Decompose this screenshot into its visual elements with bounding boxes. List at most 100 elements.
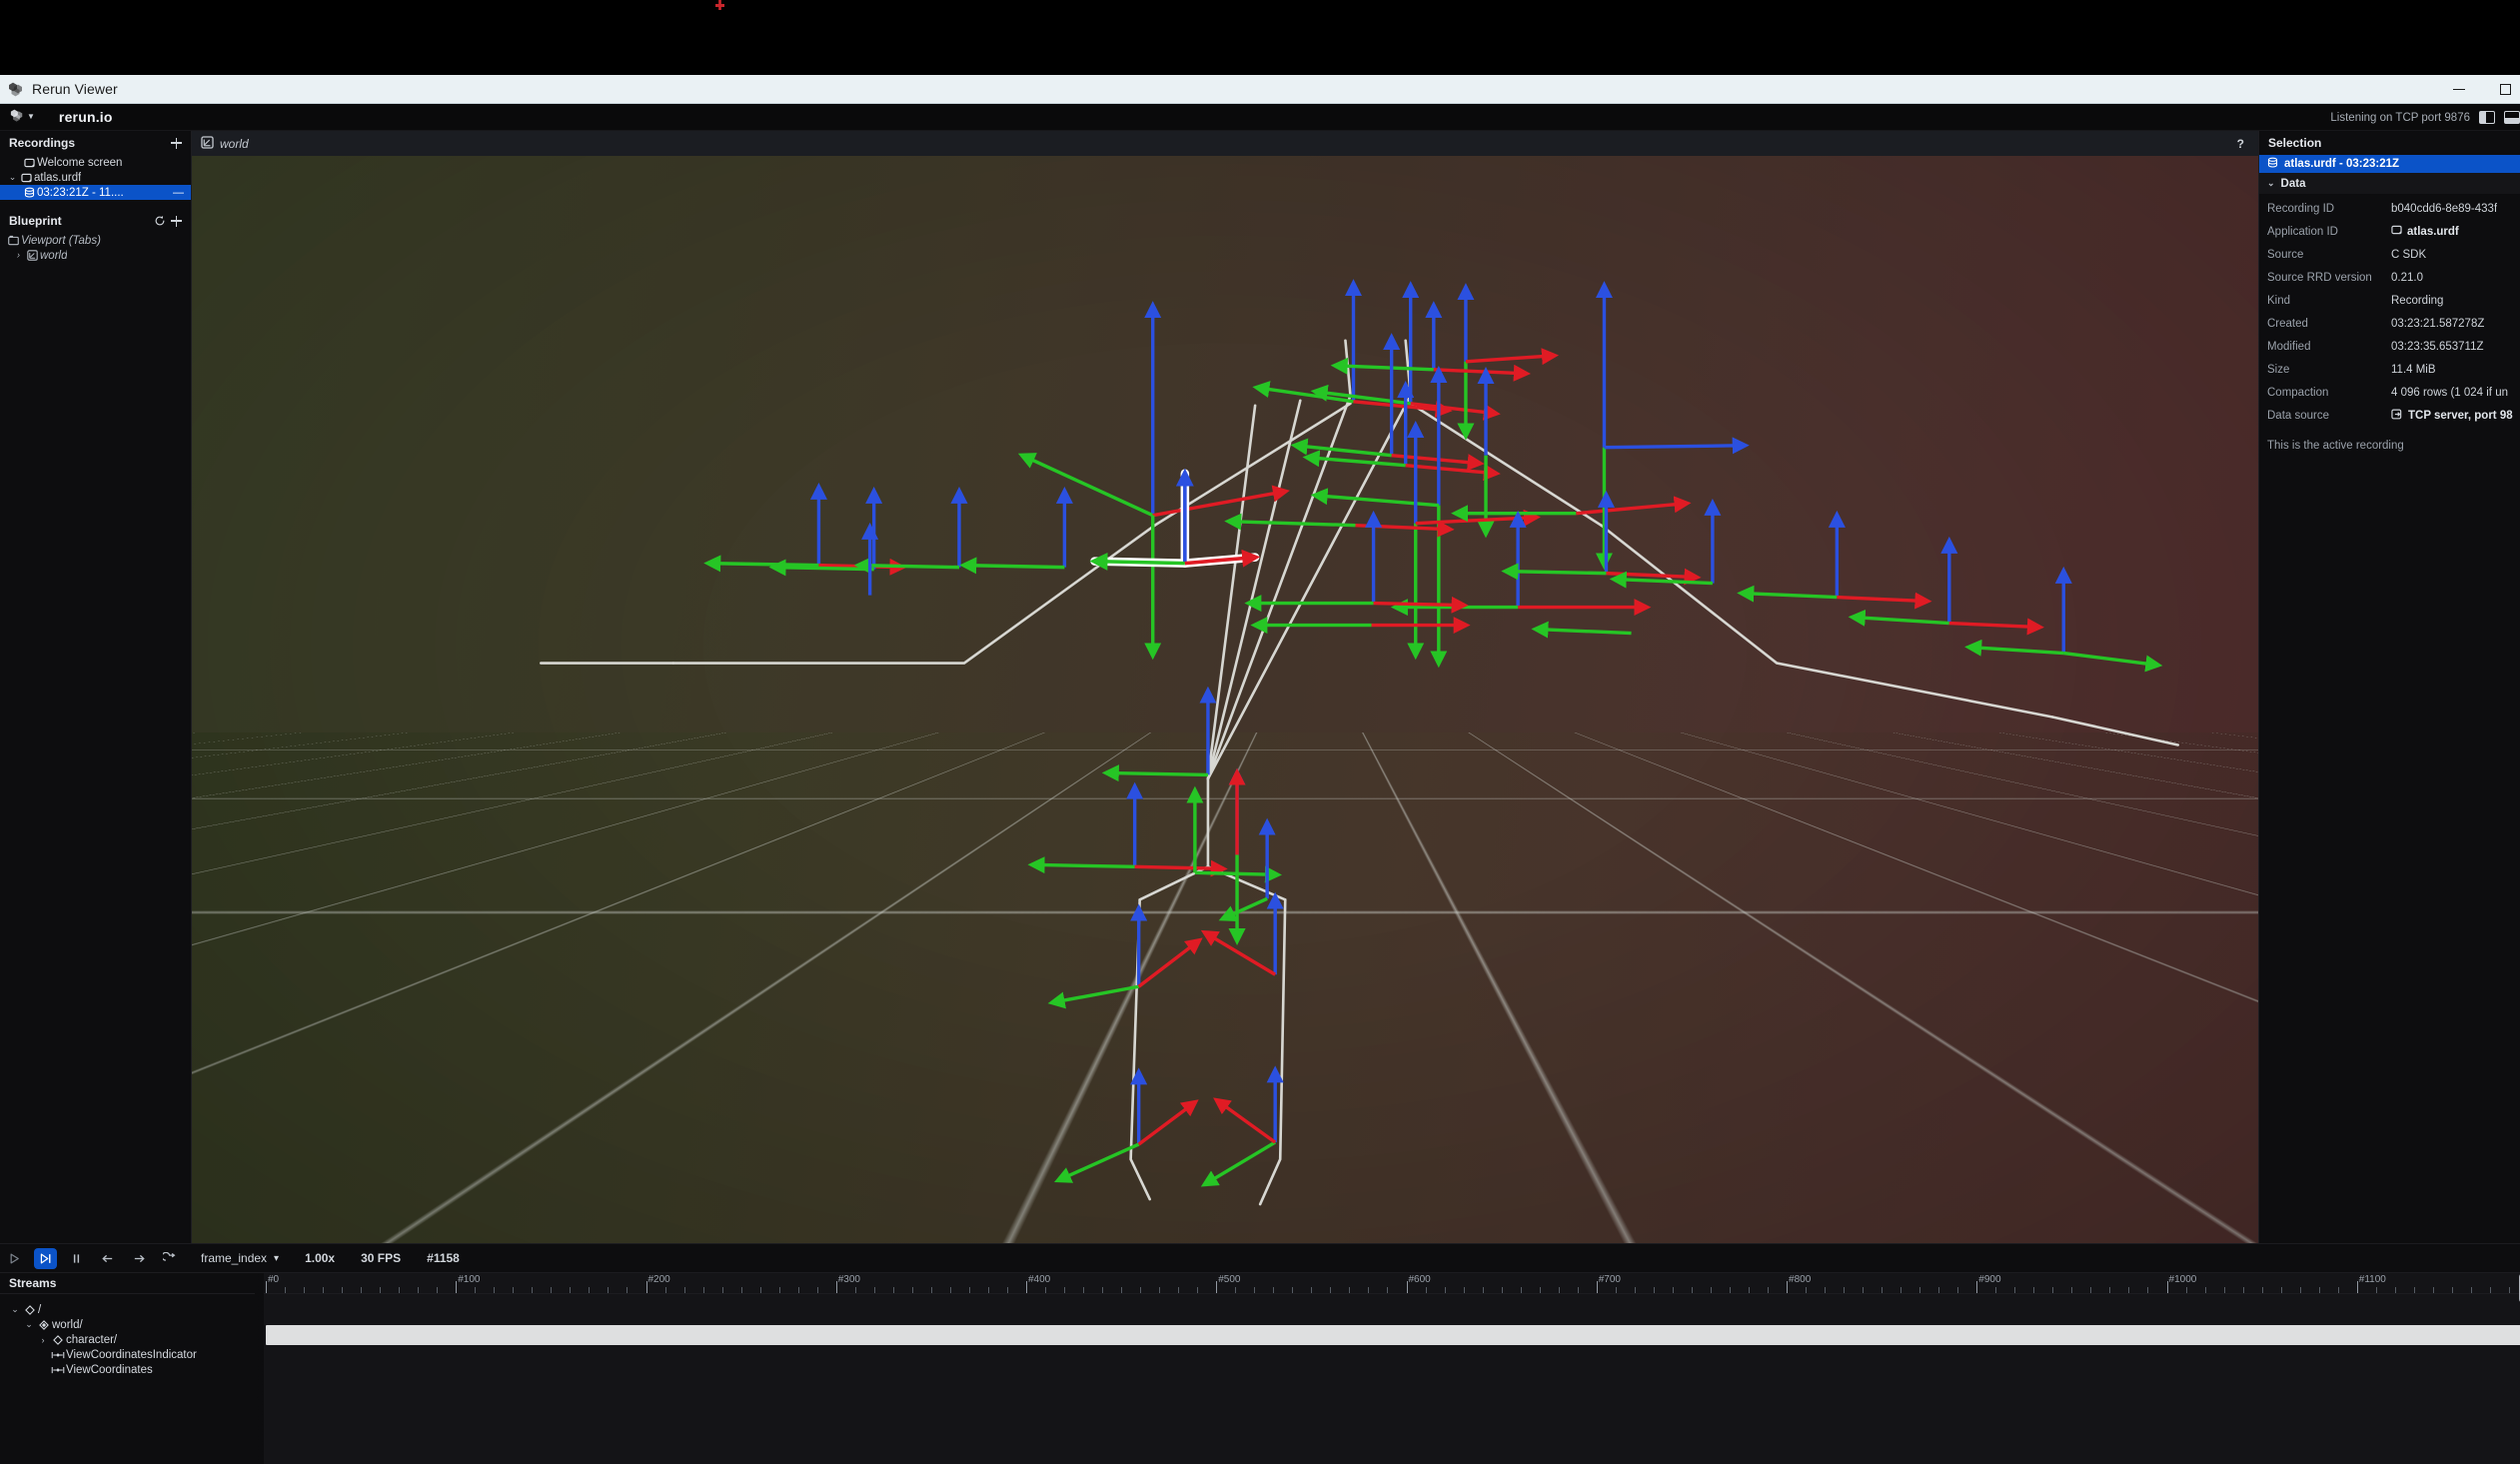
database-icon (2267, 157, 2278, 171)
ruler-tick-label: #400 (1028, 1274, 1050, 1285)
recording-item-selected[interactable]: 03:23:21Z - 11.... — (0, 185, 191, 200)
chevron-down-icon[interactable]: ⌄ (8, 1304, 22, 1315)
ruler-minor-tick (760, 1287, 761, 1293)
loop-button[interactable] (158, 1248, 181, 1269)
ruler-minor-tick (1578, 1287, 1579, 1293)
stream-row-world[interactable]: ⌄ world/ (0, 1317, 255, 1332)
recording-item-label: atlas.urdf (34, 172, 81, 184)
plus-icon (171, 138, 182, 149)
chevron-down-icon[interactable]: ▾ (274, 1253, 279, 1264)
ruler-tick-label: #600 (1409, 1274, 1431, 1285)
ruler-minor-tick (1159, 1287, 1160, 1293)
ruler-minor-tick (1844, 1287, 1845, 1293)
add-recording-button[interactable] (168, 135, 185, 152)
help-button[interactable]: ? (2237, 131, 2244, 156)
pause-button[interactable] (65, 1248, 88, 1269)
ruler-minor-tick (1083, 1287, 1084, 1293)
topbar-right-group: Listening on TCP port 9876 (2330, 104, 2520, 131)
recordings-title: Recordings (9, 136, 168, 150)
streams-title: Streams (0, 1273, 255, 1294)
table-row: Data source TCP server, port 98 (2259, 404, 2520, 427)
ruler-minor-tick (1825, 1287, 1826, 1293)
ruler-minor-tick (1464, 1287, 1465, 1293)
ruler-minor-tick (2109, 1287, 2110, 1293)
reset-blueprint-button[interactable] (151, 213, 168, 230)
follow-button[interactable] (34, 1248, 57, 1269)
play-button[interactable] (3, 1248, 26, 1269)
ruler-major-tick (2357, 1281, 2358, 1293)
ruler-tick-label: #1000 (2169, 1274, 2197, 1285)
panel-spacer (0, 200, 191, 209)
ruler-minor-tick (475, 1287, 476, 1293)
chevron-right-icon[interactable]: › (12, 251, 25, 260)
brand-label: rerun.io (59, 109, 113, 125)
spatial-3d-viewport[interactable] (192, 156, 2258, 1243)
fps-indicator[interactable]: 30 FPS (361, 1251, 401, 1265)
application-icon (19, 173, 34, 183)
main-menu-button[interactable]: ▼ (6, 106, 39, 129)
stream-row-character[interactable]: › character/ (0, 1332, 255, 1347)
robot-skeleton-scene (192, 156, 2258, 1243)
ruler-minor-tick (684, 1287, 685, 1293)
bottom-panel-toggle-icon[interactable] (2504, 111, 2520, 124)
maximize-button[interactable] (2482, 75, 2520, 104)
blueprint-item-world[interactable]: › world (0, 248, 191, 263)
entity-path-filled-icon (36, 1320, 52, 1330)
ruler-major-tick (1407, 1281, 1408, 1293)
ruler-minor-tick (551, 1287, 552, 1293)
recording-item-welcome-screen[interactable]: Welcome screen (0, 155, 191, 170)
tab-world[interactable]: world (201, 136, 249, 152)
ruler-major-tick (1976, 1281, 1977, 1293)
stream-row-root[interactable]: ⌄ / (0, 1302, 255, 1317)
rerun-logo-menu-icon (10, 108, 24, 127)
ruler-minor-tick (1197, 1287, 1198, 1293)
current-frame-indicator[interactable]: #1158 (427, 1251, 460, 1265)
ruler-minor-tick (741, 1287, 742, 1293)
property-key: Size (2259, 364, 2391, 376)
left-panel-toggle-icon[interactable] (2479, 111, 2495, 124)
timeline-ruler[interactable]: #0#100#200#300#400#500#600#700#800#900#1… (255, 1273, 2520, 1294)
ruler-minor-tick (2395, 1287, 2396, 1293)
chevron-down-icon[interactable]: ⌄ (22, 1319, 36, 1330)
property-key: Kind (2259, 295, 2391, 307)
playback-speed[interactable]: 1.00x (305, 1251, 335, 1265)
property-value-wrap: TCP server, port 98 (2391, 409, 2513, 423)
ruler-minor-tick (1540, 1287, 1541, 1293)
recording-group-atlas-urdf[interactable]: ⌄ atlas.urdf (0, 170, 191, 185)
property-value: Recording (2391, 295, 2443, 307)
stream-row-viewcoordinatesindicator[interactable]: ViewCoordinatesIndicator (0, 1347, 255, 1362)
ruler-minor-tick (1654, 1287, 1655, 1293)
timeline-tracks[interactable] (255, 1294, 2520, 1464)
chevron-down-icon[interactable]: ⌄ (6, 173, 19, 182)
blueprint-item-label: world (40, 250, 67, 262)
ruler-minor-tick (1919, 1287, 1920, 1293)
step-back-button[interactable] (96, 1248, 119, 1269)
timeline-selector[interactable]: frame_index ▾ (201, 1251, 279, 1265)
stream-row-viewcoordinates[interactable]: ViewCoordinates (0, 1362, 255, 1377)
chevron-right-icon[interactable]: › (36, 1335, 50, 1345)
entity-path-icon (50, 1335, 66, 1345)
tab-label: world (220, 137, 249, 151)
database-icon (22, 187, 37, 198)
streams-timeline-column[interactable]: #0#100#200#300#400#500#600#700#800#900#1… (255, 1273, 2520, 1464)
ruler-minor-tick (1368, 1287, 1369, 1293)
ruler-minor-tick (2071, 1287, 2072, 1293)
desktop-backdrop: Rerun Viewer ▼ (0, 0, 2520, 1461)
ruler-tick-label: #300 (838, 1274, 860, 1285)
ruler-minor-tick (1330, 1287, 1331, 1293)
active-recording-note: This is the active recording (2259, 427, 2520, 452)
step-forward-button[interactable] (127, 1248, 150, 1269)
minimize-button[interactable] (2436, 75, 2482, 104)
selection-selected-item[interactable]: atlas.urdf - 03:23:21Z (2259, 155, 2520, 173)
ruler-minor-tick (2147, 1287, 2148, 1293)
data-group-header[interactable]: ⌄ Data (2259, 173, 2520, 194)
application-icon (2391, 225, 2402, 238)
blueprint-item-viewport[interactable]: Viewport (Tabs) (0, 233, 191, 248)
recording-item-label: Welcome screen (37, 157, 122, 169)
ruler-minor-tick (1635, 1287, 1636, 1293)
ruler-minor-tick (2414, 1287, 2415, 1293)
chevron-down-icon[interactable]: ⌄ (2267, 178, 2275, 189)
selection-properties-table: Recording ID b040cdd6-8e89-433f Applicat… (2259, 194, 2520, 427)
add-blueprint-button[interactable] (168, 213, 185, 230)
recording-item-menu[interactable]: — (173, 187, 184, 199)
